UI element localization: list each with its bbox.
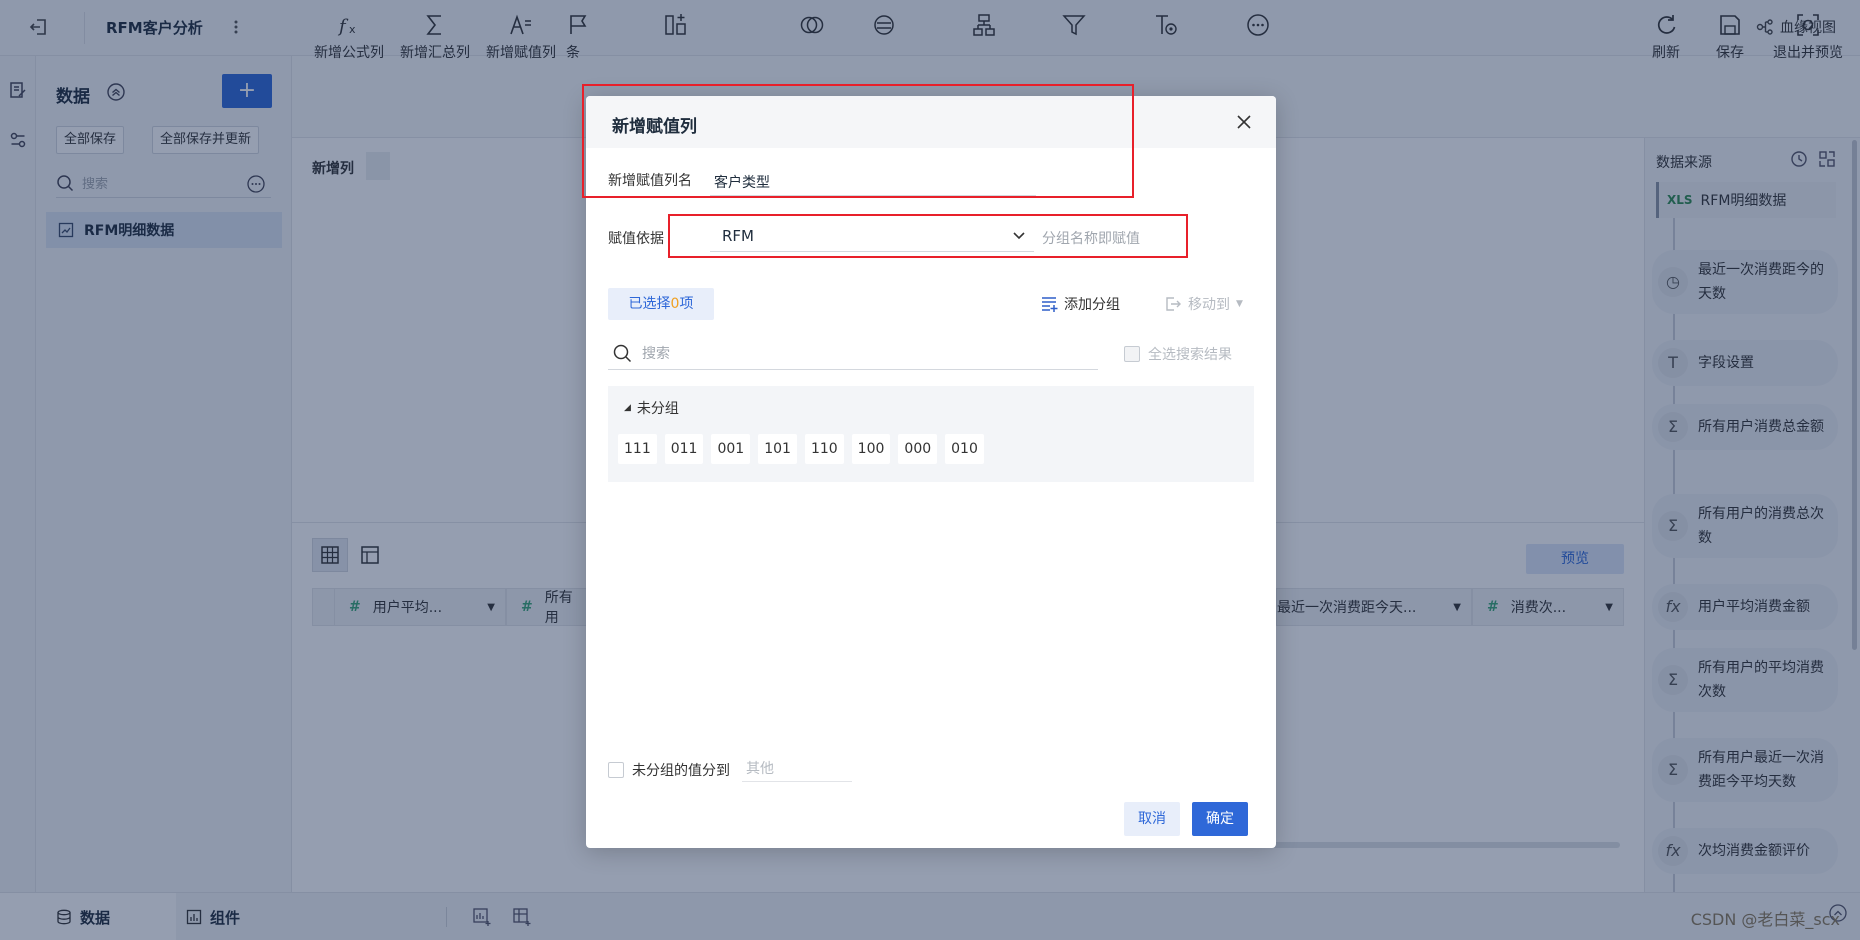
confirm-button[interactable]: 确定: [1192, 802, 1248, 836]
ungrouped-title: 未分组: [636, 401, 679, 417]
add-group-icon: [1040, 295, 1058, 313]
selected-suffix: 项: [679, 296, 694, 312]
watermark: CSDN @老白菜_scx: [1690, 910, 1840, 929]
value-chip[interactable]: 010: [945, 434, 984, 464]
highlight-box: [668, 214, 1188, 258]
value-chip[interactable]: 100: [851, 434, 891, 464]
move-to-button[interactable]: 移动到 ▼: [1164, 294, 1243, 314]
select-all-label: 全选搜索结果: [1148, 347, 1232, 363]
ungrouped-to-checkbox[interactable]: 未分组的值分到: [608, 760, 730, 780]
checkbox-box: [608, 762, 624, 778]
value-chips: 111 011 001 101 110 100 000 010: [618, 434, 984, 464]
cancel-button[interactable]: 取消: [1124, 802, 1180, 836]
add-group-label: 添加分组: [1064, 297, 1120, 313]
select-all-results-checkbox[interactable]: 全选搜索结果: [1124, 344, 1232, 364]
value-chip[interactable]: 000: [898, 434, 938, 464]
triangle-down-icon: ◢: [624, 403, 631, 413]
value-chip[interactable]: 110: [804, 434, 844, 464]
caret-down-icon: ▼: [1236, 299, 1243, 309]
value-chip[interactable]: 011: [664, 434, 704, 464]
ungrouped-target-input[interactable]: 其他: [742, 754, 852, 782]
ungrouped-header[interactable]: ◢ 未分组: [624, 398, 679, 418]
add-group-button[interactable]: 添加分组: [1040, 294, 1120, 314]
value-chip[interactable]: 101: [758, 434, 797, 464]
ungrouped-box: ◢ 未分组 111 011 001 101 110 100 000 010: [608, 386, 1254, 482]
assign-basis-label: 赋值依据: [608, 231, 664, 247]
checkbox-box: [1124, 346, 1140, 362]
close-icon[interactable]: [1236, 114, 1252, 130]
move-icon: [1164, 295, 1182, 313]
value-chip[interactable]: 001: [711, 434, 751, 464]
value-search-input[interactable]: 搜索: [608, 336, 1098, 370]
selected-count-badge[interactable]: 已选择0项: [608, 288, 714, 320]
selected-prefix: 已选择: [628, 296, 671, 312]
search-icon: [612, 343, 632, 363]
move-to-label: 移动到: [1188, 297, 1230, 313]
search-placeholder: 搜索: [642, 345, 670, 362]
highlight-box: [582, 84, 1134, 198]
ungrouped-to-label: 未分组的值分到: [632, 763, 730, 779]
add-assign-column-dialog: 新增赋值列 新增赋值列名 客户类型 赋值依据 RFM 分组名称即赋值 已选择0项…: [586, 96, 1276, 848]
value-chip[interactable]: 111: [618, 434, 657, 464]
